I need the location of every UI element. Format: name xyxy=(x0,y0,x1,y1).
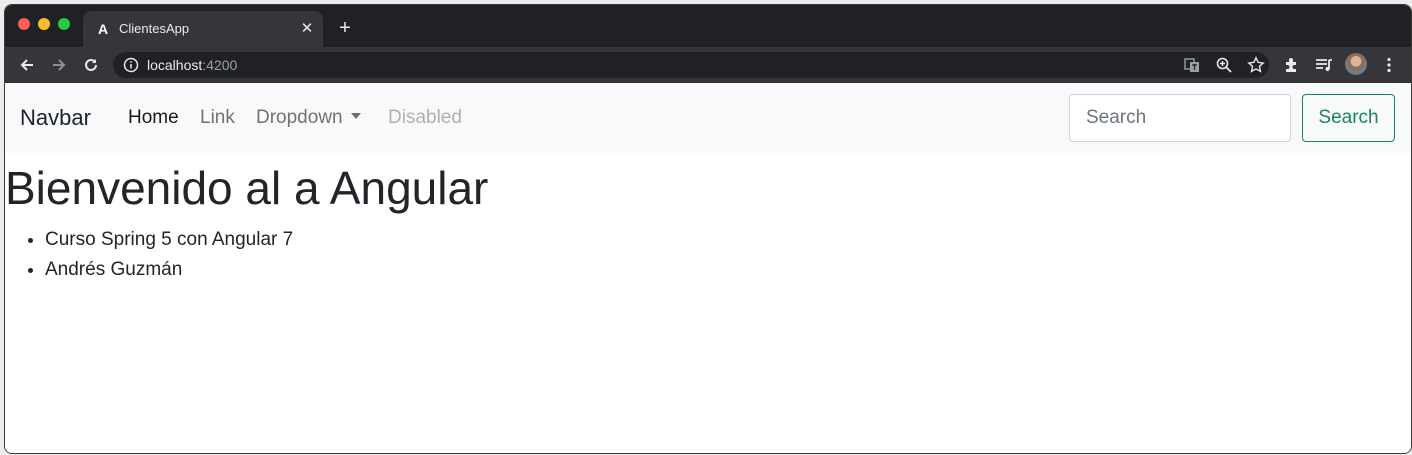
zoom-icon[interactable] xyxy=(1215,56,1233,74)
window-close-button[interactable] xyxy=(18,18,30,30)
caret-down-icon xyxy=(350,113,361,119)
search-input[interactable] xyxy=(1069,94,1291,142)
page-viewport: Navbar Home Link Dropdown Disabled Searc… xyxy=(5,83,1411,453)
nav-link-home[interactable]: Home xyxy=(128,107,179,129)
extensions-icon[interactable] xyxy=(1282,55,1302,75)
tab-title: ClientesApp xyxy=(119,21,190,36)
address-bar[interactable]: localhost:4200 xyxy=(113,52,1269,78)
browser-tab[interactable]: A ClientesApp ✕ xyxy=(83,11,323,47)
reading-list-icon[interactable] xyxy=(1314,55,1334,75)
new-tab-button[interactable]: + xyxy=(333,17,357,41)
list-item: Curso Spring 5 con Angular 7 xyxy=(45,225,293,255)
nav-link-disabled: Disabled xyxy=(388,107,462,128)
navbar: Navbar Home Link Dropdown Disabled Searc… xyxy=(5,83,1411,153)
browser-window: A ClientesApp ✕ + localhost:4200 Navbar … xyxy=(4,4,1412,454)
url-host: localhost xyxy=(147,57,203,73)
nav-dropdown-label: Dropdown xyxy=(256,107,343,128)
url-port: :4200 xyxy=(202,57,238,73)
nav-link-link[interactable]: Link xyxy=(200,107,235,129)
tab-close-icon[interactable]: ✕ xyxy=(297,19,317,39)
back-icon[interactable] xyxy=(15,53,39,77)
window-minimize-button[interactable] xyxy=(38,18,50,30)
window-maximize-button[interactable] xyxy=(58,18,70,30)
reload-icon[interactable] xyxy=(79,53,103,77)
translate-icon[interactable] xyxy=(1183,56,1201,74)
url-text[interactable]: localhost:4200 xyxy=(147,57,237,73)
list-item: Andrés Guzmán xyxy=(45,255,293,285)
forward-icon[interactable] xyxy=(47,53,71,77)
browser-toolbar: localhost:4200 xyxy=(5,47,1411,83)
search-button[interactable]: Search xyxy=(1302,94,1395,142)
page-heading: Bienvenido al a Angular xyxy=(5,162,489,214)
nav-dropdown-toggle[interactable]: Dropdown xyxy=(256,107,361,129)
navbar-brand[interactable]: Navbar xyxy=(20,105,91,131)
menu-icon[interactable] xyxy=(1379,55,1399,75)
angular-logo-icon: A xyxy=(97,21,109,37)
profile-avatar[interactable] xyxy=(1345,53,1367,75)
tab-strip: A ClientesApp ✕ + xyxy=(5,5,1411,47)
bookmark-star-icon[interactable] xyxy=(1247,56,1265,74)
info-icon[interactable] xyxy=(123,57,139,73)
info-list: Curso Spring 5 con Angular 7 Andrés Guzm… xyxy=(5,225,293,285)
